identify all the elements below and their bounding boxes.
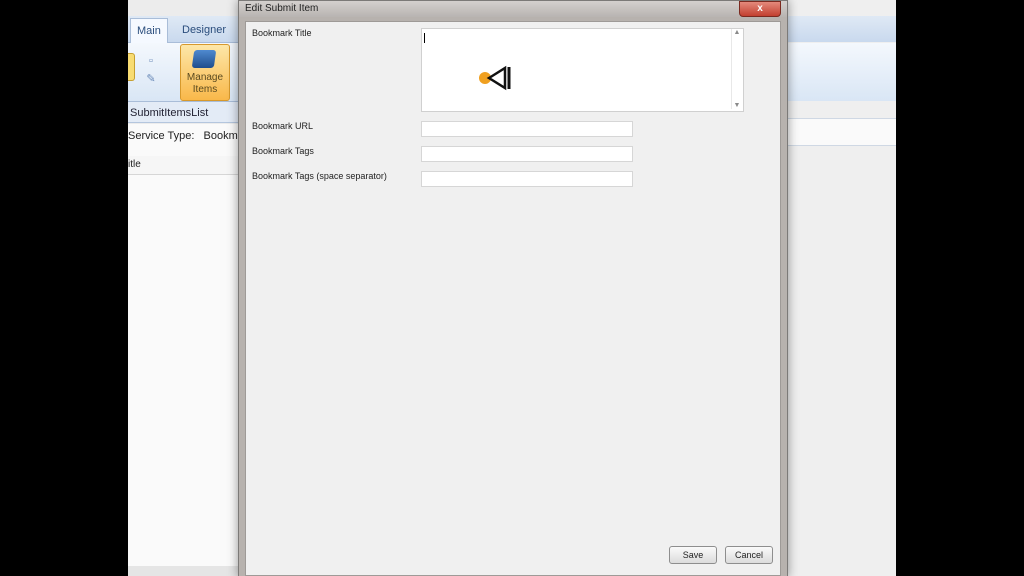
tab-designer[interactable]: Designer	[176, 18, 232, 42]
grid-column-header[interactable]: itle	[128, 156, 238, 175]
bookmark-tags-label: Bookmark Tags	[252, 146, 314, 156]
save-button[interactable]: Save	[669, 546, 717, 564]
edit-submit-item-dialog: Edit Submit Item x Bookmark Title ▲ ▼ Bo…	[238, 0, 788, 576]
scroll-down-icon[interactable]: ▼	[732, 102, 742, 109]
dialog-client-area: Bookmark Title ▲ ▼ Bookmark URL Bookmark…	[245, 21, 781, 576]
bookmark-tags-space-input[interactable]	[421, 171, 633, 187]
bookmark-tags-space-label: Bookmark Tags (space separator)	[252, 171, 387, 181]
dialog-title: Edit Submit Item	[245, 3, 319, 14]
manage-items-label: Manage Items	[186, 72, 224, 95]
bookmark-tags-input[interactable]	[421, 146, 633, 162]
dialog-titlebar[interactable]: Edit Submit Item x	[239, 1, 787, 17]
cancel-button[interactable]: Cancel	[725, 546, 773, 564]
manage-items-button[interactable]: Manage Items	[180, 44, 230, 101]
ribbon-tab-strip-right	[786, 16, 896, 42]
background-application: Main Designer ▫ ✎ Manage Items SubmitIte…	[128, 0, 896, 576]
bookmark-url-input[interactable]	[421, 121, 633, 137]
scroll-up-icon[interactable]: ▲	[732, 29, 742, 36]
service-type-row: Service Type: Bookmar	[128, 130, 248, 142]
bookmark-title-label: Bookmark Title	[252, 28, 312, 38]
book-icon	[191, 50, 217, 68]
tab-submititemslist[interactable]: SubmitItemsList	[128, 104, 208, 122]
text-caret	[424, 33, 425, 43]
close-button[interactable]: x	[739, 1, 781, 17]
bookmark-url-label: Bookmark URL	[252, 121, 314, 131]
right-background-strip	[786, 0, 896, 576]
document-icon[interactable]: ▫	[145, 55, 157, 67]
ribbon-button-partial[interactable]	[128, 53, 135, 81]
service-type-label: Service Type:	[128, 130, 195, 142]
textarea-scrollbar[interactable]: ▲ ▼	[731, 29, 742, 109]
tab-main[interactable]: Main	[130, 18, 168, 43]
ribbon-body-right	[786, 43, 896, 101]
bookmark-title-input[interactable]: ▲ ▼	[421, 28, 744, 112]
list-panel	[128, 124, 238, 576]
speaker-mute-icon	[479, 65, 511, 91]
toolbar-row-right	[786, 118, 896, 146]
horizontal-scrollbar[interactable]	[128, 566, 238, 576]
edit-icon[interactable]: ✎	[145, 73, 157, 85]
